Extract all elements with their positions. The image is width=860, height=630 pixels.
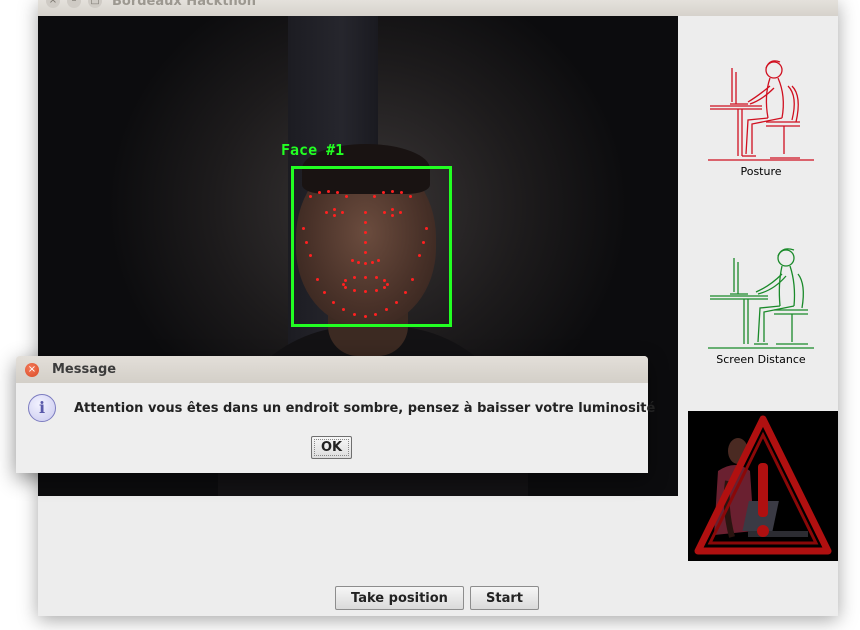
landmark-point	[382, 286, 386, 289]
face-detection-label: Face #1	[281, 141, 345, 159]
landmark-point	[363, 210, 367, 214]
landmark-point	[315, 277, 319, 281]
landmark-point	[363, 261, 367, 265]
dialog-message: Attention vous êtes dans un endroit somb…	[74, 401, 656, 416]
dialog-title: Message	[52, 362, 117, 377]
landmark-point	[356, 260, 360, 264]
dialog-titlebar[interactable]: × Message	[16, 356, 648, 383]
landmark-point	[390, 213, 394, 217]
landmark-point	[340, 210, 344, 214]
landmark-point	[417, 253, 421, 257]
landmark-point	[363, 250, 367, 254]
landmark-point	[352, 312, 356, 316]
landmark-point	[381, 190, 385, 194]
landmark-point	[376, 258, 380, 262]
landmark-point	[332, 213, 336, 217]
start-button[interactable]: Start	[470, 586, 539, 610]
ok-button[interactable]: OK	[311, 436, 352, 459]
landmark-point	[390, 207, 394, 211]
landmark-point	[332, 300, 336, 304]
message-dialog: × Message i Attention vous êtes dans un …	[16, 356, 655, 473]
landmark-point	[350, 258, 354, 262]
info-icon: i	[28, 394, 56, 422]
maximize-window-icon[interactable]: □	[88, 0, 102, 8]
landmark-point	[344, 194, 348, 198]
landmark-point	[385, 282, 389, 286]
landmark-point	[363, 230, 367, 234]
landmark-point	[424, 227, 428, 230]
landmark-point	[374, 288, 378, 292]
landmark-point	[323, 290, 327, 294]
window-titlebar[interactable]: × – □ Bordeaux Hackthon	[38, 0, 838, 16]
landmark-point	[363, 240, 367, 244]
warning-triangle-icon	[694, 415, 832, 555]
landmark-point	[399, 190, 403, 194]
landmark-point	[308, 194, 312, 198]
posture-icon	[708, 60, 814, 161]
landmark-point	[403, 290, 407, 294]
landmark-point	[332, 207, 336, 211]
landmark-point	[382, 279, 386, 282]
landmark-point	[390, 189, 394, 193]
minimize-window-icon[interactable]: –	[67, 0, 81, 8]
window-title: Bordeaux Hackthon	[112, 0, 256, 9]
landmark-point	[363, 275, 367, 279]
landmark-point	[317, 190, 321, 194]
landmark-point	[382, 210, 386, 214]
landmark-point	[370, 260, 374, 264]
posture-label: Posture	[740, 165, 782, 178]
landmark-point	[304, 240, 308, 244]
brightness-alert-image	[688, 411, 838, 561]
landmark-point	[326, 189, 330, 193]
landmark-point	[363, 314, 367, 318]
landmark-point	[335, 190, 339, 194]
landmark-point	[352, 288, 356, 292]
landmark-point	[372, 194, 376, 198]
face-detection-box	[291, 166, 452, 327]
landmark-point	[341, 282, 345, 286]
landmark-point	[363, 289, 367, 293]
landmark-point	[363, 220, 367, 224]
take-position-button[interactable]: Take position	[335, 586, 464, 610]
landmark-point	[422, 240, 426, 244]
landmark-point	[408, 194, 412, 198]
screen-distance-icon	[708, 248, 814, 349]
screen-distance-label: Screen Distance	[716, 353, 806, 366]
dialog-close-icon[interactable]: ×	[25, 363, 39, 377]
landmark-point	[394, 300, 398, 304]
close-window-icon[interactable]: ×	[46, 0, 60, 8]
landmark-point	[324, 210, 328, 214]
landmark-point	[398, 210, 402, 214]
